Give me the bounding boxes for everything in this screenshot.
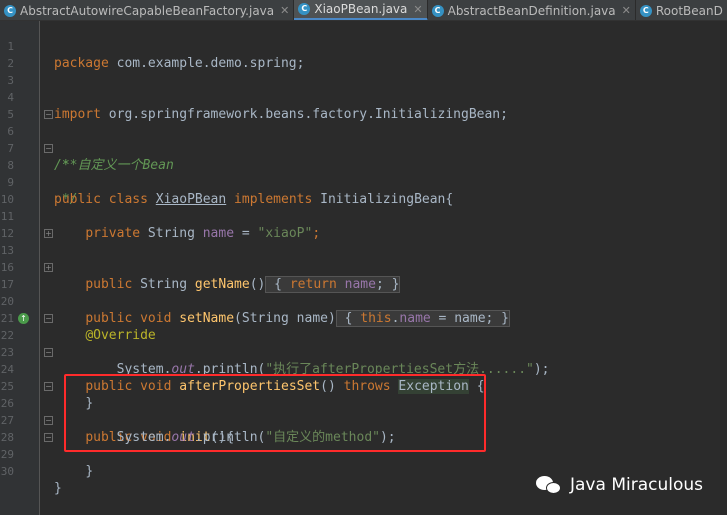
- editor-tab-bar: C AbstractAutowireCapableBeanFactory.jav…: [0, 0, 727, 21]
- class-icon: C: [639, 4, 652, 17]
- close-icon[interactable]: ✕: [413, 3, 422, 16]
- code-line[interactable]: 1 package com.example.demo.spring;: [0, 21, 727, 71]
- code-line[interactable]: 8 − */: [0, 140, 727, 207]
- code-line[interactable]: 12: [0, 208, 727, 240]
- fold-collapse-icon[interactable]: −: [44, 314, 53, 323]
- tab-label: XiaoPBean.java: [314, 2, 408, 16]
- code-line[interactable]: 13 + public String getName() { return na…: [0, 225, 727, 293]
- fold-expand-icon[interactable]: +: [44, 263, 53, 272]
- tab-label: AbstractAutowireCapableBeanFactory.java: [20, 3, 275, 18]
- code-line[interactable]: 7 * 自定义一个Bean: [0, 123, 727, 173]
- code-line[interactable]: 2: [0, 38, 727, 70]
- fold-collapse-icon[interactable]: −: [44, 433, 53, 442]
- code-line[interactable]: 20: [0, 276, 727, 308]
- wechat-icon: [536, 474, 564, 496]
- code-line[interactable]: 23 System.out.println("执行了afterPropertie…: [0, 327, 727, 377]
- code-line[interactable]: 24 − }: [0, 344, 727, 411]
- close-icon[interactable]: ✕: [622, 4, 631, 17]
- tab-abstract-bean-definition[interactable]: C AbstractBeanDefinition.java ✕: [428, 0, 636, 20]
- code-line[interactable]: 11 private String name = "xiaoP";: [0, 191, 727, 241]
- code-line[interactable]: 3: [0, 55, 727, 87]
- code-line[interactable]: 21 @Override: [0, 293, 727, 343]
- fold-collapse-icon[interactable]: −: [44, 348, 53, 357]
- class-icon: C: [298, 3, 311, 15]
- tab-root-bean-definition[interactable]: C RootBeanD: [636, 0, 727, 20]
- override-icon[interactable]: ↑: [18, 313, 29, 324]
- code-line[interactable]: 17 + public void setName(String name) { …: [0, 259, 727, 327]
- fold-expand-icon[interactable]: +: [44, 229, 53, 238]
- code-editor[interactable]: 1 package com.example.demo.spring; 2 3 4…: [0, 21, 727, 515]
- code-line[interactable]: 10: [0, 174, 727, 206]
- fold-collapse-icon[interactable]: −: [44, 144, 53, 153]
- code-text: }: [85, 464, 94, 479]
- watermark: Java Miraculous: [536, 474, 703, 496]
- highlight-annotation-box: [64, 374, 486, 452]
- code-line[interactable]: 4 import org.springframework.beans.facto…: [0, 72, 727, 122]
- code-line[interactable]: 16: [0, 242, 727, 274]
- code-text: }: [54, 481, 62, 496]
- code-line[interactable]: 9 public class XiaoPBean implements Init…: [0, 157, 727, 207]
- tab-label: AbstractBeanDefinition.java: [447, 3, 616, 18]
- line-number: 30: [0, 465, 14, 478]
- code-line[interactable]: 22 ↑ − public void afterPropertiesSet() …: [0, 310, 727, 394]
- class-icon: C: [4, 4, 16, 17]
- class-icon: C: [431, 4, 444, 17]
- fold-collapse-icon[interactable]: −: [44, 110, 53, 119]
- code-line[interactable]: 6 − /**: [0, 106, 727, 173]
- tab-abstract-autowire-capable-bean-factory[interactable]: C AbstractAutowireCapableBeanFactory.jav…: [0, 0, 295, 20]
- close-icon[interactable]: ✕: [280, 4, 289, 17]
- tab-label: RootBeanD: [655, 3, 723, 18]
- code-line[interactable]: 5: [0, 89, 727, 121]
- fold-collapse-icon[interactable]: −: [44, 416, 53, 425]
- watermark-text: Java Miraculous: [570, 475, 703, 495]
- fold-collapse-icon[interactable]: −: [44, 382, 53, 391]
- tab-xiaop-bean[interactable]: C XiaoPBean.java ✕: [294, 0, 428, 20]
